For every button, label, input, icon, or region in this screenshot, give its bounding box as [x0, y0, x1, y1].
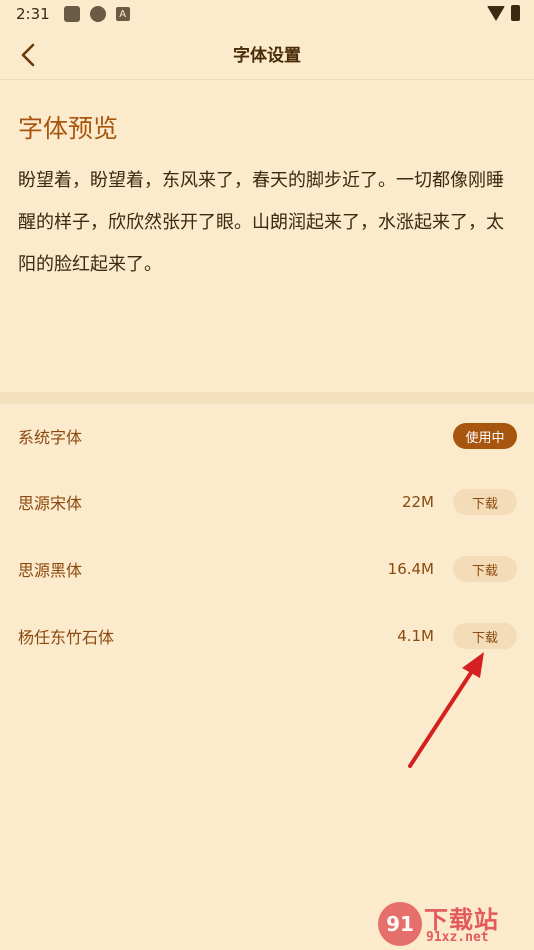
- status-indicators: [487, 5, 520, 21]
- navigation-bar: 字体设置: [0, 28, 534, 80]
- font-file-size: 16.4M: [387, 560, 434, 578]
- watermark: 91 下载站 91xz.net: [378, 900, 528, 946]
- download-button[interactable]: 下载: [453, 489, 517, 515]
- a-notification-icon: A: [115, 7, 130, 21]
- font-item-source-han-serif: 思源宋体 22M 下载: [0, 482, 534, 522]
- in-use-button[interactable]: 使用中: [453, 423, 517, 449]
- font-item-system: 系统字体 使用中: [0, 416, 534, 456]
- font-name: 杨任东竹石体: [18, 628, 115, 647]
- download-button[interactable]: 下载: [453, 556, 517, 582]
- font-file-size: 4.1M: [397, 627, 434, 645]
- page-title: 字体设置: [233, 46, 301, 66]
- battery-icon: [511, 5, 520, 21]
- font-name: 思源宋体: [18, 494, 83, 513]
- preview-title: 字体预览: [18, 114, 119, 143]
- gallery-notification-icon: [63, 6, 80, 22]
- settings-notification-icon: [89, 6, 106, 22]
- annotation-arrow-icon: [408, 652, 484, 768]
- font-item-source-han-sans: 思源黑体 16.4M 下载: [0, 549, 534, 589]
- watermark-logo: 91: [378, 902, 422, 946]
- watermark-url: 91xz.net: [426, 930, 489, 945]
- font-preview-section: 字体预览 盼望着，盼望着，东风来了，春天的脚步近了。一切都像刚睡醒的样子，欣欣然…: [0, 80, 534, 392]
- font-name: 系统字体: [18, 428, 83, 447]
- font-file-size: 22M: [401, 493, 434, 511]
- status-time: 2:31: [16, 5, 50, 23]
- preview-sample-text: 盼望着，盼望着，东风来了，春天的脚步近了。一切都像刚睡醒的样子，欣欣然张开了眼。…: [18, 170, 504, 275]
- download-button[interactable]: 下载: [453, 623, 517, 649]
- status-bar: 2:31 A: [0, 0, 534, 28]
- back-arrow-icon[interactable]: [18, 42, 40, 68]
- wifi-icon: [487, 5, 505, 21]
- section-divider: [0, 392, 534, 404]
- font-name: 思源黑体: [18, 561, 83, 580]
